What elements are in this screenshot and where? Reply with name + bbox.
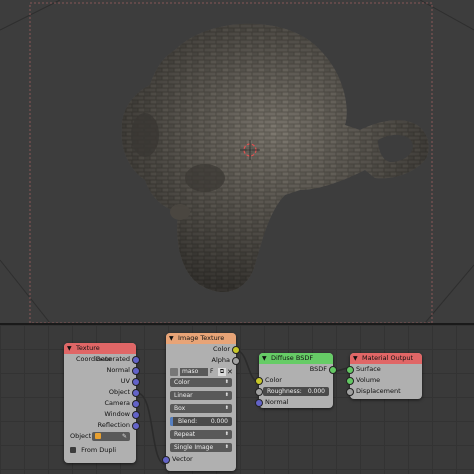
texture-coordinate-node[interactable]: ▼ Texture Coordinate Generated Normal UV… (64, 343, 140, 463)
input-normal: Normal (255, 397, 333, 408)
roughness-slider[interactable]: Roughness: 0.000 (255, 387, 329, 396)
interpolation-dropdown[interactable]: Linear ⬍ (170, 391, 232, 400)
from-dupli-checkbox[interactable] (70, 447, 76, 453)
node-header[interactable]: ▼ Image Texture (166, 333, 236, 344)
input-volume: Volume (346, 375, 422, 386)
fake-user-toggle[interactable]: F (210, 368, 213, 376)
material-output-node[interactable]: ▼ Material Output Surface Volume Displac… (346, 353, 422, 399)
blend-fill (170, 417, 173, 426)
input-displacement: Displacement (346, 386, 422, 397)
output-bsdf: BSDF (259, 364, 337, 375)
socket-window[interactable] (132, 411, 140, 419)
socket-bsdf-out[interactable] (329, 366, 337, 374)
socket-surface-in[interactable] (346, 366, 354, 374)
object-icon (95, 433, 101, 439)
socket-uv[interactable] (132, 378, 140, 386)
collapse-icon[interactable]: ▼ (67, 343, 72, 354)
3d-viewport[interactable] (0, 0, 474, 323)
node-title: Image Texture (178, 334, 225, 342)
output-camera: Camera (64, 398, 140, 409)
unlink-icon[interactable]: ✕ (227, 367, 233, 377)
output-generated: Generated (64, 354, 140, 365)
output-object: Object (64, 387, 140, 398)
new-image-icon[interactable]: ⧉ (218, 368, 226, 376)
image-selector[interactable]: maso F ⧉ ✕ (170, 367, 233, 377)
eyedropper-icon[interactable]: ✎ (122, 432, 127, 441)
input-vector: Vector (162, 454, 236, 465)
dropdown-arrow-icon: ⬍ (224, 379, 229, 385)
socket-generated[interactable] (132, 356, 140, 364)
color-space-dropdown[interactable]: Color ⬍ (170, 378, 232, 387)
object-picker[interactable]: ✎ (92, 432, 130, 441)
output-reflection: Reflection (64, 420, 140, 431)
node-editor[interactable]: ▼ Texture Coordinate Generated Normal UV… (0, 325, 474, 474)
socket-normal-in[interactable] (255, 399, 263, 407)
dropdown-arrow-icon: ⬍ (224, 431, 229, 437)
output-alpha: Alpha (166, 355, 240, 366)
node-header[interactable]: ▼ Diffuse BSDF (259, 353, 333, 364)
socket-reflection[interactable] (132, 422, 140, 430)
collapse-icon[interactable]: ▼ (169, 333, 174, 344)
socket-displacement-in[interactable] (346, 388, 354, 396)
output-uv: UV (64, 376, 140, 387)
socket-vector-in[interactable] (162, 456, 170, 464)
object-field-row: Object ✎ (64, 431, 136, 442)
output-window: Window (64, 409, 140, 420)
node-header[interactable]: ▼ Texture Coordinate (64, 343, 136, 363)
dropdown-arrow-icon: ⬍ (224, 405, 229, 411)
from-dupli-row: From Dupli (64, 445, 136, 456)
image-browse-icon[interactable] (170, 368, 178, 376)
source-dropdown[interactable]: Single Image ⬍ (170, 443, 232, 452)
node-header[interactable]: ▼ Material Output (350, 353, 422, 364)
socket-camera[interactable] (132, 400, 140, 408)
socket-normal[interactable] (132, 367, 140, 375)
blend-slider[interactable]: Blend: 0.000 (170, 417, 232, 426)
node-title: Material Output (362, 354, 414, 362)
socket-color-out[interactable] (232, 346, 240, 354)
viewport-scene (0, 0, 474, 323)
socket-roughness-in[interactable] (255, 388, 263, 396)
projection-dropdown[interactable]: Box ⬍ (170, 404, 232, 413)
input-color: Color (255, 375, 333, 386)
output-normal: Normal (64, 365, 140, 376)
image-texture-node[interactable]: ▼ Image Texture Color Alpha maso F ⧉ ✕ C… (162, 333, 240, 471)
diffuse-bsdf-node[interactable]: ▼ Diffuse BSDF BSDF Color Roughness: 0.0… (255, 353, 337, 408)
socket-alpha-out[interactable] (232, 357, 240, 365)
socket-object[interactable] (132, 389, 140, 397)
suzanne-mesh[interactable] (121, 23, 429, 293)
extension-dropdown[interactable]: Repeat ⬍ (170, 430, 232, 439)
collapse-icon[interactable]: ▼ (262, 353, 267, 364)
dropdown-arrow-icon: ⬍ (224, 444, 229, 450)
socket-volume-in[interactable] (346, 377, 354, 385)
node-title: Diffuse BSDF (271, 354, 314, 362)
input-surface: Surface (346, 364, 422, 375)
socket-color-in[interactable] (255, 377, 263, 385)
output-color: Color (166, 344, 240, 355)
collapse-icon[interactable]: ▼ (353, 353, 358, 364)
image-name-field[interactable]: maso (180, 368, 208, 376)
dropdown-arrow-icon: ⬍ (224, 392, 229, 398)
